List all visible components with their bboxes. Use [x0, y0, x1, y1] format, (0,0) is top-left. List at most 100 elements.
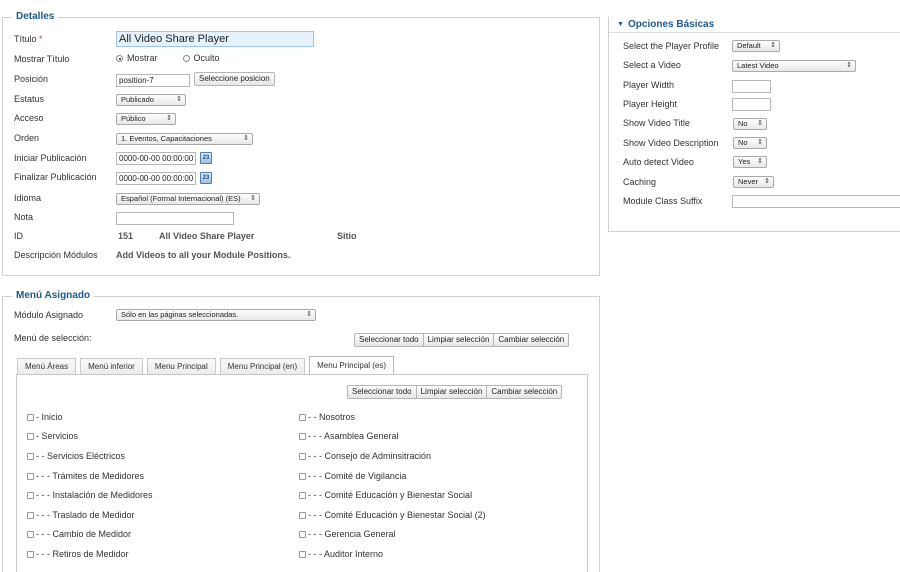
auto-detect-video-select[interactable]: Yes ⇕ — [733, 156, 767, 168]
dropdown-icon: ⇕ — [770, 42, 776, 49]
caching-select[interactable]: Never ⇕ — [733, 176, 774, 188]
order-value: 1. Eventos, Capacitaciones — [121, 134, 212, 143]
list-item[interactable]: - Inicio — [27, 412, 63, 422]
collapse-icon[interactable]: ▼ — [617, 21, 624, 28]
tab-menu-principal-en[interactable]: Menu Principal (en) — [219, 358, 306, 374]
position-label: Posición — [14, 74, 49, 84]
player-profile-value: Default — [737, 41, 761, 50]
list-item[interactable]: - - - Comité de Vigilancia — [299, 471, 406, 481]
tab-menu-inferior[interactable]: Menú inferior — [80, 358, 143, 374]
list-item[interactable]: - - - Asamblea General — [299, 431, 399, 441]
list-item[interactable]: - - - Traslado de Medidor — [27, 510, 135, 520]
menu-assignment-legend: Menú Asignado — [12, 290, 95, 301]
item-checkbox[interactable] — [299, 492, 306, 500]
publish-down-input[interactable]: 0000-00-00 00:00:00 — [116, 172, 196, 185]
player-width-input[interactable] — [732, 80, 771, 93]
list-item[interactable]: - - Nosotros — [299, 412, 355, 422]
module-assigned-select[interactable]: Sólo en las páginas seleccionadas. ⇕ — [116, 309, 316, 321]
module-class-suffix-input[interactable] — [732, 195, 900, 208]
player-profile-select[interactable]: Default ⇕ — [732, 40, 780, 52]
order-select[interactable]: 1. Eventos, Capacitaciones ⇕ — [116, 133, 253, 145]
tab-clear-selection-button[interactable]: Limpiar selección — [415, 385, 488, 399]
language-select[interactable]: Español (Formal Internacional) (ES) ⇕ — [116, 193, 260, 205]
select-all-button[interactable]: Seleccionar todo — [354, 333, 424, 347]
clear-selection-button[interactable]: Limpiar selección — [422, 333, 495, 347]
show-video-title-value: No — [738, 119, 748, 128]
status-select[interactable]: Publicado ⇕ — [116, 94, 186, 106]
show-radio[interactable] — [116, 55, 123, 63]
access-select[interactable]: Público ⇕ — [116, 113, 176, 125]
show-title-radio-group: Mostrar Oculto — [116, 53, 220, 63]
item-checkbox[interactable] — [27, 512, 34, 520]
list-item[interactable]: - - - Gerencia General — [299, 529, 396, 539]
show-video-title-select[interactable]: No ⇕ — [733, 118, 767, 130]
list-item[interactable]: - - - Instalación de Medidores — [27, 490, 153, 500]
title-input[interactable]: All Video Share Player — [116, 31, 314, 47]
player-height-input[interactable] — [732, 98, 771, 111]
item-checkbox[interactable] — [299, 453, 306, 461]
list-item[interactable]: - Servicios — [27, 431, 78, 441]
list-item[interactable]: - - Servicios Eléctricos — [27, 451, 125, 461]
item-checkbox[interactable] — [299, 512, 306, 520]
caching-label: Caching — [623, 177, 657, 187]
basic-options-header[interactable]: ▼ Opciones Básicas — [609, 17, 900, 33]
item-checkbox[interactable] — [27, 453, 34, 461]
show-video-description-value: No — [738, 138, 748, 147]
module-name-value: All Video Share Player — [159, 231, 255, 241]
description-value: Add Videos to all your Module Positions. — [116, 250, 291, 260]
module-class-suffix-label: Module Class Suffix — [623, 196, 703, 206]
list-item[interactable]: - - - Comité Educación y Bienestar Socia… — [299, 510, 486, 520]
tab-toggle-selection-button[interactable]: Cambiar selección — [486, 385, 563, 399]
publish-up-input[interactable]: 0000-00-00 00:00:00 — [116, 152, 196, 165]
item-checkbox[interactable] — [27, 433, 34, 441]
list-item[interactable]: - - - Auditor Interno — [299, 549, 383, 559]
tab-menu-principal-es[interactable]: Menu Principal (es) — [309, 356, 395, 374]
show-video-description-label: Show Video Description — [623, 138, 719, 148]
site-value: Sitio — [337, 231, 357, 241]
item-checkbox[interactable] — [299, 433, 306, 441]
list-item[interactable]: - - - Comité Educación y Bienestar Socia… — [299, 490, 472, 500]
description-label: Descripción Módulos — [14, 250, 98, 260]
tab-select-all-button[interactable]: Seleccionar todo — [347, 385, 417, 399]
item-checkbox[interactable] — [27, 414, 34, 422]
note-input[interactable] — [116, 212, 234, 225]
publish-down-label: Finalizar Publicación — [14, 172, 97, 182]
calendar-icon[interactable]: 23 — [200, 152, 212, 164]
item-checkbox[interactable] — [299, 531, 306, 539]
show-title-label: Mostrar Título — [14, 54, 70, 64]
menu-selection-label: Menú de selección: — [14, 333, 92, 343]
dropdown-icon: ⇕ — [176, 96, 182, 103]
id-value: 151 — [118, 231, 134, 241]
caching-value: Never — [738, 177, 759, 186]
toggle-selection-button[interactable]: Cambiar selección — [493, 333, 570, 347]
details-fieldset: Detalles — [2, 11, 600, 276]
module-assigned-value: Sólo en las páginas seleccionadas. — [121, 310, 239, 319]
show-video-description-select[interactable]: No ⇕ — [733, 137, 767, 149]
item-checkbox[interactable] — [27, 551, 34, 559]
show-option-label: Mostrar — [127, 53, 158, 63]
item-checkbox[interactable] — [27, 492, 34, 500]
position-input[interactable]: position-7 — [116, 74, 190, 87]
list-item[interactable]: - - - Consejo de Adminsitración — [299, 451, 431, 461]
item-checkbox[interactable] — [299, 551, 306, 559]
tab-menu-areas[interactable]: Menú Áreas — [17, 358, 77, 374]
id-label: ID — [14, 231, 23, 241]
item-checkbox[interactable] — [299, 414, 306, 422]
player-width-label: Player Width — [623, 80, 675, 90]
item-checkbox[interactable] — [27, 531, 34, 539]
calendar-icon[interactable]: 23 — [200, 172, 212, 184]
basic-options-title: Opciones Básicas — [628, 19, 715, 30]
select-video-select[interactable]: Latest Video ⇕ — [732, 60, 856, 72]
item-checkbox[interactable] — [299, 473, 306, 481]
dropdown-icon: ⇕ — [757, 139, 763, 146]
status-value: Publicado — [121, 95, 154, 104]
tab-menu-principal[interactable]: Menu Principal — [146, 358, 216, 374]
publish-up-label: Iniciar Publicación — [14, 153, 87, 163]
list-item[interactable]: - - - Retiros de Medidor — [27, 549, 129, 559]
access-label: Acceso — [14, 113, 44, 123]
list-item[interactable]: - - - Trámites de Medidores — [27, 471, 144, 481]
list-item[interactable]: - - - Cambio de Medidor — [27, 529, 131, 539]
select-position-button[interactable]: Seleccione posicion — [194, 72, 275, 86]
item-checkbox[interactable] — [27, 473, 34, 481]
hide-radio[interactable] — [182, 55, 190, 63]
